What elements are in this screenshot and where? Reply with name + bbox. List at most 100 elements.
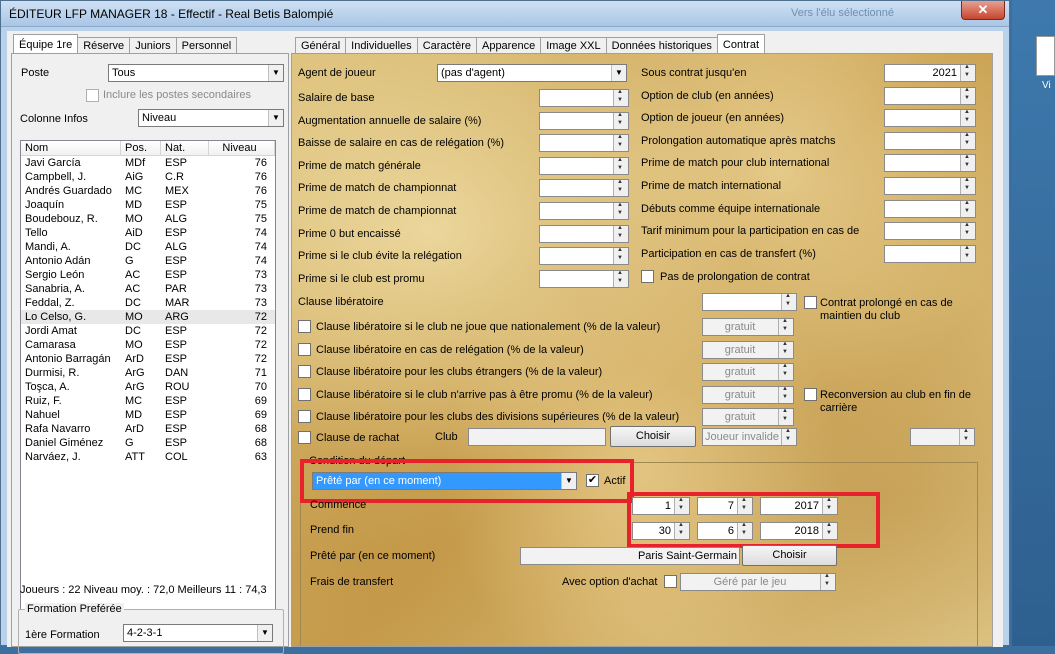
table-row[interactable]: Mandi, A. DC ALG 74 <box>21 240 275 254</box>
contract-field-input[interactable]: 2021 <box>884 64 976 82</box>
desktop-file-icon[interactable] <box>1036 36 1055 76</box>
spinner[interactable] <box>613 270 628 287</box>
clause-checkbox[interactable] <box>298 342 311 356</box>
formation-select[interactable]: 4-2-3-1 ▼ <box>123 624 273 642</box>
loan-club-input[interactable]: Paris Saint-Germain <box>520 547 740 565</box>
contract-field-input[interactable] <box>884 199 976 218</box>
clause-checkbox[interactable] <box>298 387 311 401</box>
choose-club-button[interactable]: Choisir <box>610 426 696 447</box>
spinner[interactable] <box>960 132 975 149</box>
contract-field-input[interactable] <box>539 202 629 220</box>
clause-value-input[interactable]: gratuit <box>702 363 794 381</box>
contract-field-input[interactable] <box>884 222 976 241</box>
clause-checkbox[interactable] <box>298 410 311 423</box>
contract-field-input[interactable] <box>884 244 976 263</box>
spinner[interactable] <box>778 364 793 380</box>
rachat-checkbox[interactable] <box>298 431 311 444</box>
table-row[interactable]: Antonio Barragán ArD ESP 72 <box>21 352 275 366</box>
spinner[interactable] <box>781 294 796 310</box>
spinner[interactable] <box>778 341 793 358</box>
invalid-player-input[interactable]: Joueur invalide <box>702 428 797 446</box>
clause-checkbox[interactable] <box>298 320 311 333</box>
table-row[interactable]: Campbell, J. AiG C.R 76 <box>21 170 275 184</box>
contract-field-input[interactable] <box>539 269 629 288</box>
table-row[interactable]: Boudebouz, R. MO ALG 75 <box>21 212 275 226</box>
agent-select[interactable]: (pas d'agent) ▼ <box>437 64 627 82</box>
table-row[interactable]: Sanabria, A. AC PAR 73 <box>21 282 275 296</box>
clause-value-input[interactable]: gratuit <box>702 318 794 336</box>
tab-contrat[interactable]: Contrat <box>716 34 765 55</box>
contract-field-input[interactable] <box>539 134 629 153</box>
extended-contract-checkbox[interactable] <box>804 296 817 309</box>
table-row[interactable]: Daniel Giménez G ESP 68 <box>21 436 275 450</box>
contract-field-input[interactable] <box>884 109 976 128</box>
contract-field-input[interactable] <box>539 179 629 198</box>
table-row[interactable]: Tello AiD ESP 74 <box>21 226 275 240</box>
spinner[interactable] <box>613 203 628 219</box>
buy-option-checkbox[interactable] <box>664 575 677 588</box>
contract-field-input[interactable] <box>539 156 629 175</box>
poste-select[interactable]: Tous ▼ <box>108 64 284 82</box>
contract-field-input[interactable] <box>539 247 629 266</box>
contract-field-input[interactable] <box>539 89 629 107</box>
choose-loan-club-button[interactable]: Choisir <box>742 545 837 566</box>
table-row[interactable]: Javi García MDf ESP 76 <box>21 156 275 170</box>
table-row[interactable]: Narváez, J. ATT COL 63 <box>21 450 275 464</box>
clause-value-input[interactable]: gratuit <box>702 340 794 359</box>
contract-field-input[interactable] <box>884 131 976 150</box>
col-niveau[interactable]: Niveau <box>209 141 275 155</box>
spinner[interactable] <box>778 319 793 335</box>
spinner[interactable] <box>960 200 975 217</box>
spinner[interactable] <box>613 90 628 106</box>
table-row[interactable]: Andrés Guardado MC MEX 76 <box>21 184 275 198</box>
table-row[interactable]: Lo Celso, G. MO ARG 72 <box>21 310 275 324</box>
spinner[interactable] <box>613 157 628 174</box>
col-nom[interactable]: Nom <box>21 141 121 155</box>
contract-field-input[interactable] <box>539 111 629 130</box>
clause-checkbox[interactable] <box>298 365 311 378</box>
contract-field-input[interactable] <box>884 86 976 105</box>
spinner[interactable] <box>613 112 628 129</box>
spinner[interactable] <box>960 65 975 81</box>
spinner[interactable] <box>778 386 793 403</box>
spinner[interactable] <box>613 180 628 197</box>
spinner[interactable] <box>613 248 628 265</box>
spinner[interactable] <box>960 87 975 104</box>
col-info-select[interactable]: Niveau ▼ <box>138 109 284 127</box>
table-row[interactable]: Durmisi, R. ArG DAN 71 <box>21 366 275 380</box>
spinner[interactable] <box>960 223 975 240</box>
table-row[interactable]: Feddal, Z. DC MAR 73 <box>21 296 275 310</box>
tab-equipe-1re[interactable]: Équipe 1re <box>13 34 79 55</box>
contract-field-input[interactable] <box>884 177 976 195</box>
col-pos[interactable]: Pos. <box>121 141 161 155</box>
clause-value-input[interactable]: gratuit <box>702 408 794 426</box>
table-row[interactable]: Nahuel MD ESP 69 <box>21 408 275 422</box>
close-button[interactable]: ✕ <box>961 1 1005 20</box>
table-row[interactable]: Joaquín MD ESP 75 <box>21 198 275 212</box>
managed-by-input[interactable]: Géré par le jeu <box>680 573 836 591</box>
spinner[interactable] <box>960 178 975 194</box>
spinner[interactable] <box>820 574 835 590</box>
reconversion-checkbox[interactable] <box>804 388 817 401</box>
table-row[interactable]: Sergio León AC ESP 73 <box>21 268 275 282</box>
contract-field-input[interactable] <box>539 224 629 243</box>
clause-value-input[interactable]: gratuit <box>702 385 794 404</box>
spinner[interactable] <box>778 409 793 425</box>
table-row[interactable]: Camarasa MO ESP 72 <box>21 338 275 352</box>
contract-field-input[interactable] <box>884 154 976 173</box>
rachat-amount-input[interactable] <box>910 428 975 446</box>
col-nat[interactable]: Nat. <box>161 141 209 155</box>
table-row[interactable]: Jordi Amat DC ESP 72 <box>21 324 275 338</box>
spinner[interactable] <box>781 429 796 445</box>
spinner[interactable] <box>960 245 975 262</box>
spinner[interactable] <box>613 225 628 242</box>
spinner[interactable] <box>613 135 628 152</box>
table-row[interactable]: Rafa Navarro ArD ESP 68 <box>21 422 275 436</box>
table-row[interactable]: Toşca, A. ArG ROU 70 <box>21 380 275 394</box>
secondary-positions-checkbox[interactable] <box>86 89 99 102</box>
table-row[interactable]: Ruiz, F. MC ESP 69 <box>21 394 275 408</box>
no-extension-checkbox[interactable] <box>641 270 654 283</box>
spinner[interactable] <box>960 155 975 172</box>
spinner[interactable] <box>959 429 974 445</box>
club-input[interactable] <box>468 428 606 446</box>
